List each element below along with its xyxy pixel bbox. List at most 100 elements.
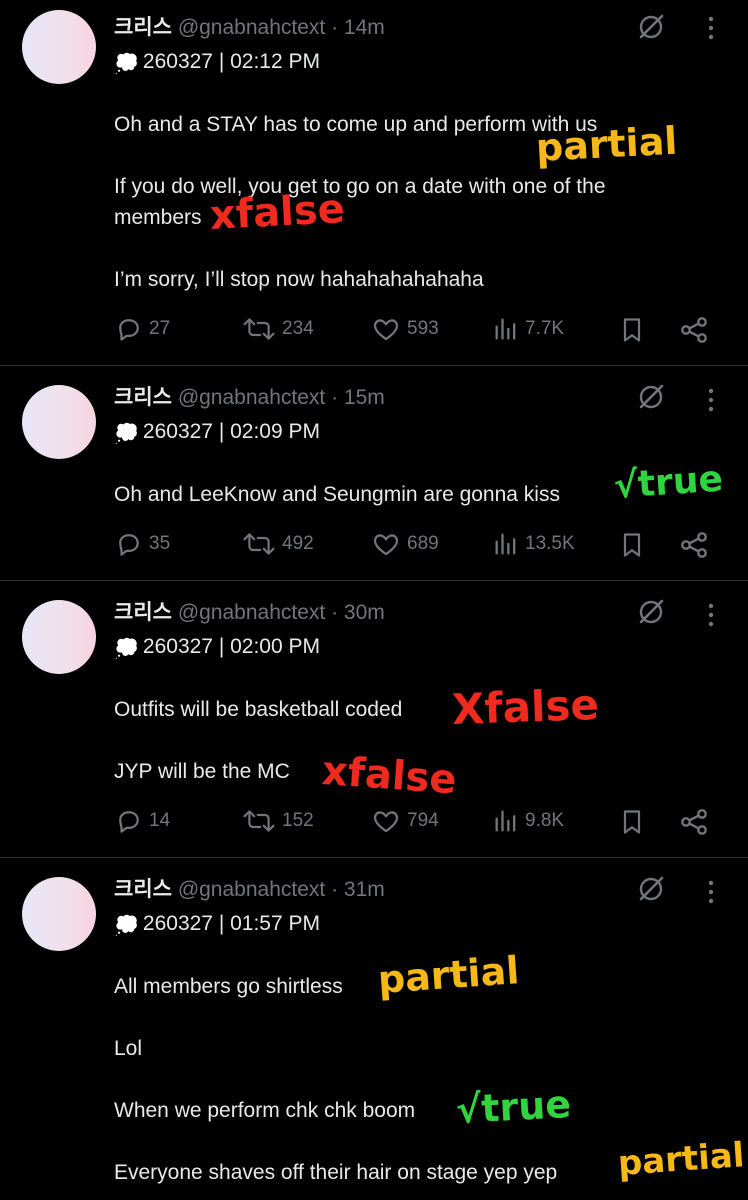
author-name[interactable]: 크리스 (114, 386, 172, 409)
more-vertical-icon[interactable] (704, 878, 718, 911)
like-button[interactable]: 689 (370, 529, 439, 559)
timestamp[interactable]: 30m (344, 601, 385, 624)
reply-icon (119, 534, 139, 556)
share-button[interactable] (678, 314, 715, 346)
reply-button[interactable]: 35 (114, 529, 170, 559)
more-vertical-icon[interactable] (704, 14, 718, 47)
reply-count: 35 (149, 533, 171, 554)
separator-dot: · (331, 601, 339, 624)
author-name[interactable]: 크리스 (114, 601, 172, 624)
tweet-actions: 35 492 689 13.5K (114, 529, 714, 563)
views-count: 13.5K (525, 533, 575, 554)
views-button[interactable]: 7.7K (492, 314, 564, 344)
annotation-partial: partial (376, 948, 521, 1002)
grok-slash-circle-icon[interactable] (636, 12, 666, 47)
retweet-button[interactable]: 492 (241, 529, 314, 559)
retweet-button[interactable]: 152 (241, 806, 314, 836)
tweet-text-line: When we perform chk chk boom (114, 1099, 416, 1122)
avatar[interactable] (22, 385, 96, 459)
tweet-text-line: I’m sorry, I’ll stop now hahahahahahaha (114, 268, 484, 291)
retweet-count: 492 (282, 533, 314, 554)
tweet-subheader: 💭 260327 | 02:09 PM (114, 419, 320, 447)
annotation-true: √true (612, 458, 725, 507)
timestamp[interactable]: 15m (344, 386, 385, 409)
author-handle[interactable]: @gnabnahctext (178, 878, 325, 901)
grok-slash-circle-icon[interactable] (636, 382, 666, 417)
bookmark-icon (623, 318, 641, 342)
grok-slash-circle-icon[interactable] (636, 597, 666, 632)
more-vertical-icon[interactable] (704, 601, 718, 634)
tweet-actions: 27 234 593 7.7K (114, 314, 714, 348)
bookmark-button[interactable] (618, 529, 651, 561)
views-count: 9.8K (525, 810, 565, 831)
grok-slash-circle-icon[interactable] (636, 874, 666, 909)
date-time-text: 260327 | 02:12 PM (142, 50, 320, 73)
tweet-text-line: JYP will be the MC (114, 760, 290, 783)
reply-icon (119, 811, 139, 833)
like-button[interactable]: 794 (370, 806, 439, 836)
reply-count: 14 (149, 810, 171, 831)
bookmark-button[interactable] (618, 314, 651, 346)
date-time-text: 260327 | 02:09 PM (142, 420, 320, 443)
tweet-header: 크리스 @gnabnahctext · 30m (114, 600, 385, 626)
tweet-header: 크리스 @gnabnahctext · 14m (114, 15, 385, 41)
share-icon (681, 317, 707, 343)
like-count: 689 (407, 533, 439, 554)
tweet[interactable]: 크리스 @gnabnahctext · 15m 💭 260327 | 02:09 … (0, 366, 748, 580)
tweet[interactable]: 크리스 @gnabnahctext · 14m 💭 260327 | 02:12 … (0, 0, 748, 365)
retweet-icon (243, 810, 275, 832)
views-button[interactable]: 13.5K (492, 529, 575, 559)
author-handle[interactable]: @gnabnahctext (178, 386, 325, 409)
separator-dot: · (331, 386, 339, 409)
author-name[interactable]: 크리스 (114, 878, 172, 901)
views-bar-chart-icon (495, 318, 516, 340)
heart-icon (373, 811, 399, 833)
timestamp[interactable]: 31m (344, 878, 385, 901)
reply-button[interactable]: 14 (114, 806, 170, 836)
thought-bubble-emoji: 💭 (114, 53, 139, 75)
separator-dot: · (331, 878, 339, 901)
bookmark-button[interactable] (618, 806, 651, 838)
author-handle[interactable]: @gnabnahctext (178, 601, 325, 624)
author-handle[interactable]: @gnabnahctext (178, 16, 325, 39)
tweet-actions: 14 152 794 9.8K (114, 806, 714, 840)
separator-dot: · (331, 16, 339, 39)
date-time-text: 260327 | 01:57 PM (142, 912, 320, 935)
share-icon (681, 809, 707, 835)
tweet[interactable]: 크리스 @gnabnahctext · 30m 💭 260327 | 02:00 … (0, 581, 748, 857)
annotation-false: Xfalse (451, 679, 600, 734)
views-button[interactable]: 9.8K (492, 806, 564, 836)
views-count: 7.7K (525, 318, 565, 339)
annotation-partial: partial (534, 118, 679, 170)
tweet-text-line: members (114, 206, 202, 229)
avatar[interactable] (22, 877, 96, 951)
tweet-text-line: Oh and a STAY has to come up and perform… (114, 113, 598, 136)
tweet-text-line: Everyone shaves off their hair on stage … (114, 1161, 558, 1184)
author-name[interactable]: 크리스 (114, 16, 172, 39)
annotation-false: xfalse (320, 748, 459, 804)
tweet[interactable]: 크리스 @gnabnahctext · 31m 💭 260327 | 01:57 … (0, 858, 748, 1200)
like-button[interactable]: 593 (370, 314, 439, 344)
heart-icon (373, 534, 399, 556)
retweet-button[interactable]: 234 (241, 314, 314, 344)
tweet-subheader: 💭 260327 | 01:57 PM (114, 911, 320, 939)
thought-bubble-emoji: 💭 (114, 423, 139, 445)
bookmark-icon (623, 533, 641, 557)
share-button[interactable] (678, 529, 715, 561)
timestamp[interactable]: 14m (344, 16, 385, 39)
tweet-text-line: All members go shirtless (114, 975, 343, 998)
share-button[interactable] (678, 806, 715, 838)
annotation-false: xfalse (208, 185, 346, 239)
like-count: 593 (407, 318, 439, 339)
tweet-header: 크리스 @gnabnahctext · 31m (114, 877, 385, 903)
retweet-count: 234 (282, 318, 314, 339)
date-time-text: 260327 | 02:00 PM (142, 635, 320, 658)
reply-button[interactable]: 27 (114, 314, 170, 344)
annotation-partial: partial (616, 1135, 746, 1184)
avatar[interactable] (22, 10, 96, 84)
avatar[interactable] (22, 600, 96, 674)
tweet-subheader: 💭 260327 | 02:12 PM (114, 49, 320, 77)
share-icon (681, 532, 707, 558)
more-vertical-icon[interactable] (704, 386, 718, 419)
annotation-true: √true (454, 1082, 573, 1132)
